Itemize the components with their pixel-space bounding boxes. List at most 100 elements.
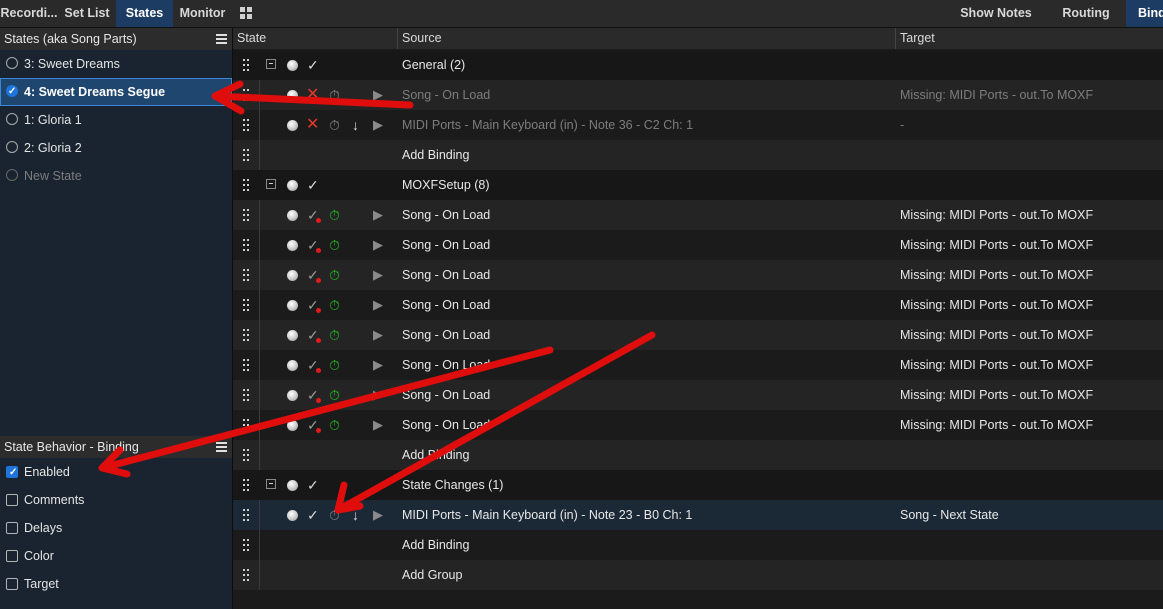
timer-icon[interactable]: ⏱ xyxy=(329,410,340,440)
timer-icon[interactable]: ⏱ xyxy=(329,110,340,140)
timer-icon[interactable]: ⏱ xyxy=(329,80,340,110)
tab-routing[interactable]: Routing xyxy=(1048,0,1124,27)
column-header-target[interactable]: Target xyxy=(896,28,1163,49)
add-row[interactable]: Add Binding xyxy=(233,440,1163,470)
check-icon[interactable]: ✓ xyxy=(307,380,319,410)
play-icon[interactable]: ▶ xyxy=(373,80,383,110)
play-icon[interactable]: ▶ xyxy=(373,200,383,230)
option-color[interactable]: Color xyxy=(0,542,232,570)
play-icon[interactable]: ▶ xyxy=(373,290,383,320)
check-icon[interactable]: ✓ xyxy=(307,170,319,200)
play-icon[interactable]: ▶ xyxy=(373,350,383,380)
checkbox-checked-icon[interactable]: ✓ xyxy=(6,466,18,478)
radio-icon[interactable] xyxy=(6,141,18,153)
group-row[interactable]: ✓ General (2) xyxy=(233,50,1163,80)
column-header-state[interactable]: State xyxy=(233,28,398,49)
radio-checked-icon[interactable]: ✓ xyxy=(6,85,18,97)
check-icon[interactable]: ✓ xyxy=(307,260,319,290)
check-icon[interactable]: ✓ xyxy=(307,470,319,500)
option-target[interactable]: Target xyxy=(0,570,232,598)
column-header-source[interactable]: Source xyxy=(398,28,896,49)
timer-icon[interactable]: ⏱ xyxy=(329,500,340,530)
timer-icon[interactable]: ⏱ xyxy=(329,230,340,260)
play-icon[interactable]: ▶ xyxy=(373,380,383,410)
binding-row[interactable]: ✓ ⏱ ▶ Song - On Load Missing: MIDI Ports - o… xyxy=(233,290,1163,320)
group-row[interactable]: ✓ State Changes (1) xyxy=(233,470,1163,500)
drag-handle-icon[interactable] xyxy=(243,59,249,71)
group-row[interactable]: ✓ MOXFSetup (8) xyxy=(233,170,1163,200)
binding-row[interactable]: ✓ ⏱ ▶ Song - On Load Missing: MIDI Ports - o… xyxy=(233,230,1163,260)
play-icon[interactable]: ▶ xyxy=(373,260,383,290)
drag-handle-icon[interactable] xyxy=(243,269,249,281)
check-icon[interactable]: ✓ xyxy=(307,500,319,530)
drag-handle-icon[interactable] xyxy=(243,239,249,251)
drag-handle-icon[interactable] xyxy=(243,119,249,131)
tab-bindings[interactable]: Bind xyxy=(1126,0,1163,27)
drag-handle-icon[interactable] xyxy=(243,449,249,461)
add-row[interactable]: Add Binding xyxy=(233,530,1163,560)
tab-monitor[interactable]: Monitor xyxy=(173,0,232,27)
check-icon[interactable]: ✓ xyxy=(307,410,319,440)
play-icon[interactable]: ▶ xyxy=(373,410,383,440)
binding-row[interactable]: ✓ ⏱ ▶ Song - On Load Missing: MIDI Ports - o… xyxy=(233,350,1163,380)
binding-row[interactable]: ✓ ⏱ ▶ Song - On Load Missing: MIDI Ports - o… xyxy=(233,320,1163,350)
tab-show-notes[interactable]: Show Notes xyxy=(950,0,1042,27)
binding-row[interactable]: ✓ ⏱ ▶ Song - On Load Missing: MIDI Ports - o… xyxy=(233,200,1163,230)
drag-handle-icon[interactable] xyxy=(243,389,249,401)
binding-row[interactable]: ✓ ⏱ ▶ Song - On Load Missing: MIDI Ports - o… xyxy=(233,410,1163,440)
drag-handle-icon[interactable] xyxy=(243,359,249,371)
add-row[interactable]: Add Group xyxy=(233,560,1163,590)
drag-handle-icon[interactable] xyxy=(243,89,249,101)
tab-recording[interactable]: Recordi... xyxy=(0,0,58,27)
state-item[interactable]: 1: Gloria 1 xyxy=(0,106,232,134)
check-icon[interactable]: ✓ xyxy=(307,200,319,230)
behavior-menu-icon[interactable] xyxy=(216,442,227,452)
drag-handle-icon[interactable] xyxy=(243,299,249,311)
check-icon[interactable]: ✓ xyxy=(307,50,319,80)
disabled-x-icon[interactable]: ✕ xyxy=(306,80,319,110)
drag-handle-icon[interactable] xyxy=(243,329,249,341)
states-menu-icon[interactable] xyxy=(216,34,227,44)
collapse-icon[interactable] xyxy=(266,479,276,489)
drag-handle-icon[interactable] xyxy=(243,209,249,221)
collapse-icon[interactable] xyxy=(266,59,276,69)
option-delays[interactable]: Delays xyxy=(0,514,232,542)
drag-handle-icon[interactable] xyxy=(243,509,249,521)
binding-row[interactable]: ✕ ⏱ ▶ Song - On Load Missing: MIDI Ports - o… xyxy=(233,80,1163,110)
timer-icon[interactable]: ⏱ xyxy=(329,320,340,350)
checkbox-icon[interactable] xyxy=(6,550,18,562)
radio-icon[interactable] xyxy=(6,113,18,125)
state-item-selected[interactable]: ✓ 4: Sweet Dreams Segue xyxy=(0,78,232,106)
play-icon[interactable]: ▶ xyxy=(373,500,383,530)
tab-set-list[interactable]: Set List xyxy=(58,0,116,27)
collapse-icon[interactable] xyxy=(266,179,276,189)
disabled-x-icon[interactable]: ✕ xyxy=(306,110,319,140)
drag-handle-icon[interactable] xyxy=(243,149,249,161)
play-icon[interactable]: ▶ xyxy=(373,110,383,140)
binding-row[interactable]: ✓ ⏱ ▶ Song - On Load Missing: MIDI Ports - o… xyxy=(233,260,1163,290)
timer-icon[interactable]: ⏱ xyxy=(329,290,340,320)
drag-handle-icon[interactable] xyxy=(243,479,249,491)
radio-icon[interactable] xyxy=(6,57,18,69)
down-arrow-icon[interactable]: ↓ xyxy=(352,500,359,530)
checkbox-icon[interactable] xyxy=(6,494,18,506)
check-icon[interactable]: ✓ xyxy=(307,290,319,320)
play-icon[interactable]: ▶ xyxy=(373,320,383,350)
drag-handle-icon[interactable] xyxy=(243,569,249,581)
layout-grid-icon[interactable] xyxy=(240,7,253,20)
state-item[interactable]: 3: Sweet Dreams xyxy=(0,50,232,78)
state-item[interactable]: 2: Gloria 2 xyxy=(0,134,232,162)
radio-icon[interactable] xyxy=(6,169,18,181)
option-enabled[interactable]: ✓ Enabled xyxy=(0,458,232,486)
tab-states[interactable]: States xyxy=(116,0,173,27)
binding-row[interactable]: ✕ ⏱ ↓ ▶ MIDI Ports - Main Keyboard (in) - No… xyxy=(233,110,1163,140)
timer-icon[interactable]: ⏱ xyxy=(329,350,340,380)
drag-handle-icon[interactable] xyxy=(243,179,249,191)
check-icon[interactable]: ✓ xyxy=(307,230,319,260)
timer-icon[interactable]: ⏱ xyxy=(329,200,340,230)
checkbox-icon[interactable] xyxy=(6,522,18,534)
drag-handle-icon[interactable] xyxy=(243,419,249,431)
play-icon[interactable]: ▶ xyxy=(373,230,383,260)
check-icon[interactable]: ✓ xyxy=(307,350,319,380)
timer-icon[interactable]: ⏱ xyxy=(329,380,340,410)
